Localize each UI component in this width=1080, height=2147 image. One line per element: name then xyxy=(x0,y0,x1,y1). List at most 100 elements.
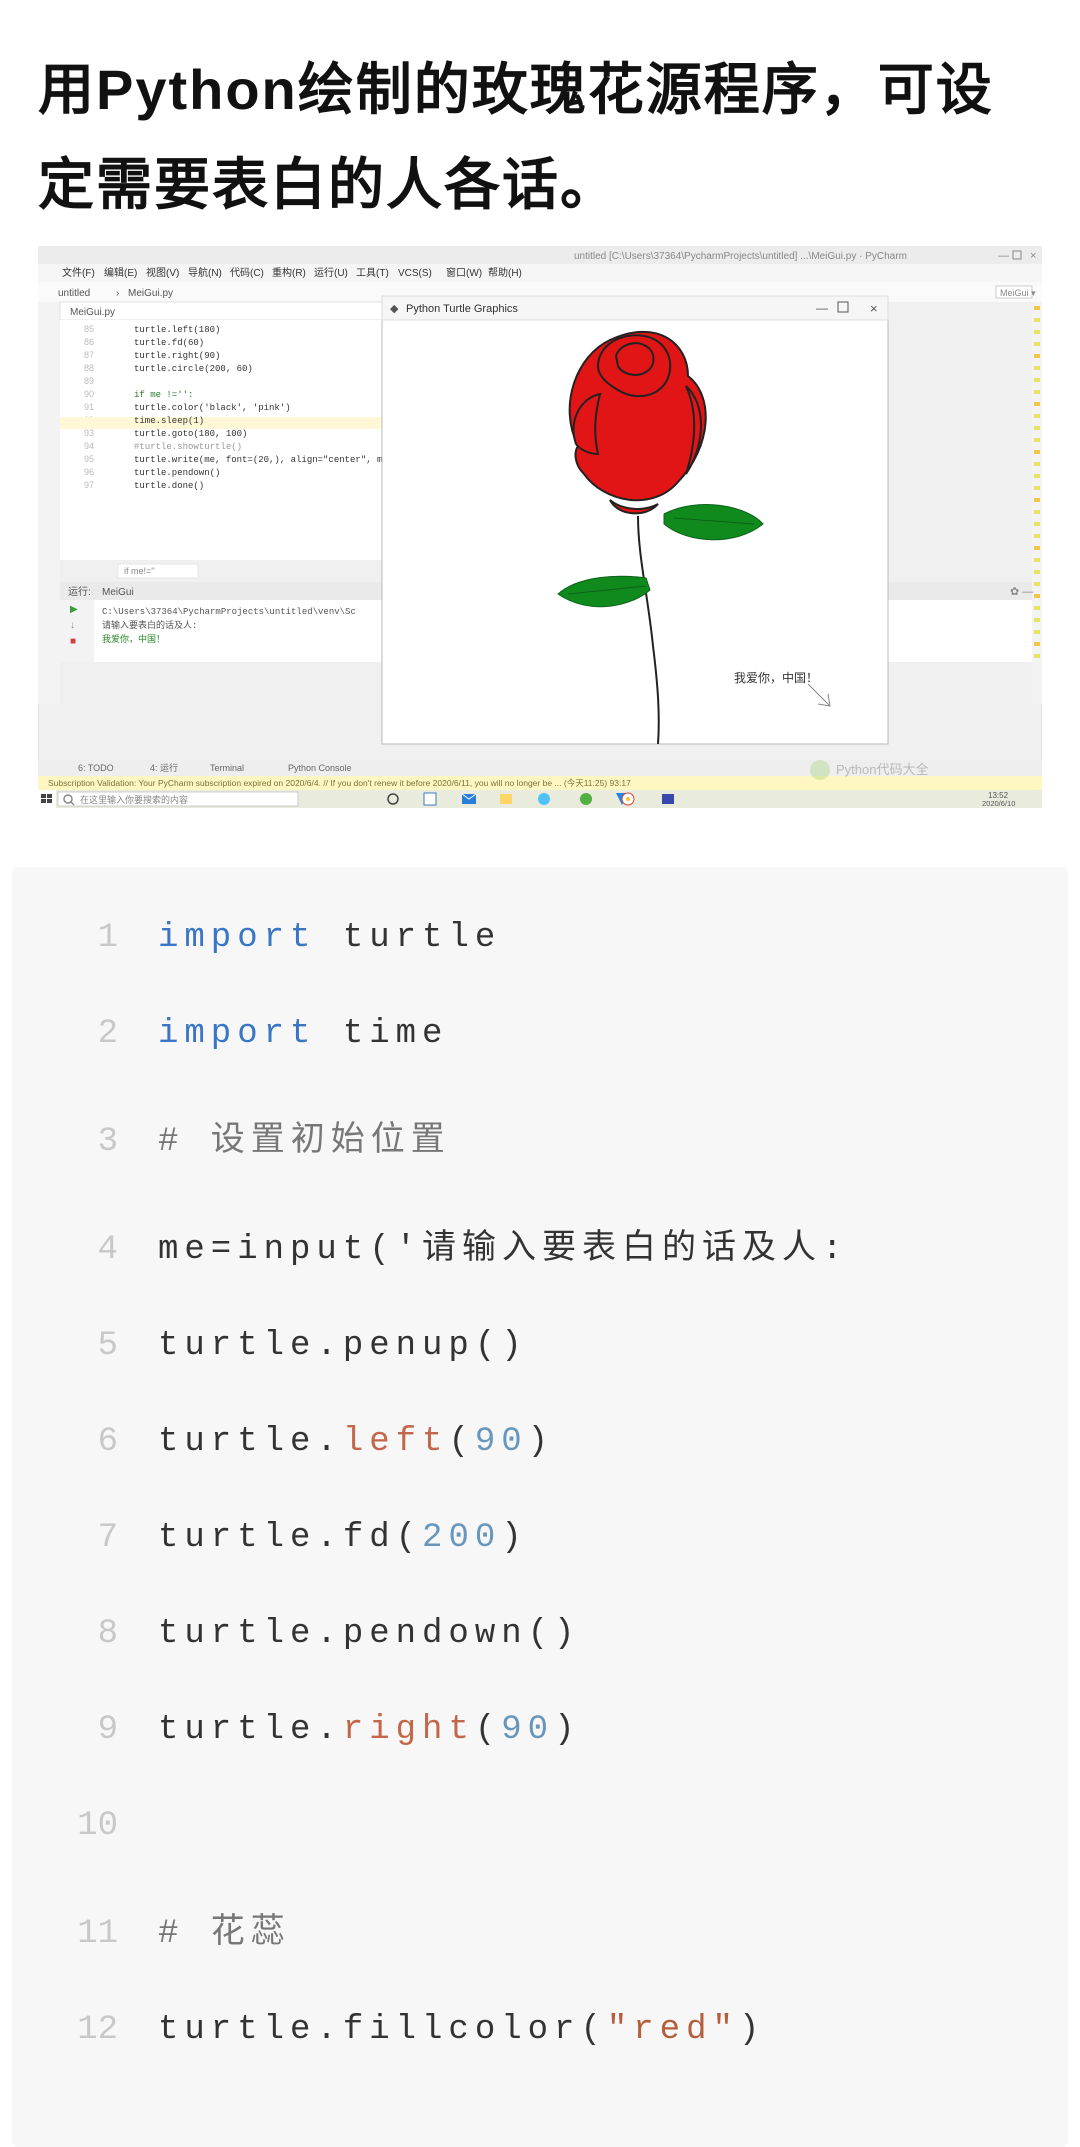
svg-text:untitled [C:\Users\37364\Pycha: untitled [C:\Users\37364\PycharmProjects… xyxy=(574,251,907,262)
svg-text:工具(T): 工具(T) xyxy=(356,267,389,279)
svg-text:运行(U): 运行(U) xyxy=(314,266,348,279)
code-text: turtle.right(90) xyxy=(158,1711,580,1749)
svg-text:turtle.pendown(): turtle.pendown() xyxy=(134,468,220,478)
svg-text:time.sleep(1): time.sleep(1) xyxy=(134,416,204,426)
code-line: 1 import turtle xyxy=(38,919,1042,957)
svg-text:Subscription Validation: Your: Subscription Validation: Your PyCharm su… xyxy=(48,778,631,788)
svg-text:Python Turtle Graphics: Python Turtle Graphics xyxy=(406,303,518,315)
svg-text:VCS(S): VCS(S) xyxy=(398,268,432,279)
svg-text:MeiGui.py: MeiGui.py xyxy=(70,307,115,318)
svg-text:turtle.write(me, font=(20,), a: turtle.write(me, font=(20,), align="cent… xyxy=(134,455,394,465)
svg-text:导航(N): 导航(N) xyxy=(188,266,222,279)
code-line: 3 # 设置初始位置 xyxy=(38,1111,1042,1161)
turtle-window: ◆ Python Turtle Graphics — × xyxy=(382,296,888,744)
svg-text:帮助(H): 帮助(H) xyxy=(488,266,522,279)
svg-text:85: 85 xyxy=(84,324,94,334)
svg-text:编辑(E): 编辑(E) xyxy=(104,266,137,279)
svg-text:96: 96 xyxy=(84,467,94,477)
svg-text:✿ —: ✿ — xyxy=(1010,586,1033,598)
svg-text:—: — xyxy=(998,250,1009,262)
code-line: 10 xyxy=(38,1807,1042,1845)
line-number: 6 xyxy=(38,1423,118,1461)
code-block: 1 import turtle 2 import time 3 # 设置初始位置 4 me=i… xyxy=(12,867,1068,2147)
svg-text:90: 90 xyxy=(84,389,94,399)
code-line: 4 me=input('请输入要表白的话及人: xyxy=(38,1219,1042,1269)
svg-text:89: 89 xyxy=(84,376,94,386)
svg-text:↓: ↓ xyxy=(70,620,75,631)
svg-text:turtle.left(180): turtle.left(180) xyxy=(134,325,220,335)
code-line: 6 turtle.left(90) xyxy=(38,1423,1042,1461)
code-text: turtle.pendown() xyxy=(158,1615,580,1653)
svg-text:if me!='': if me!='' xyxy=(124,566,155,576)
svg-text:重构(R): 重构(R) xyxy=(272,266,306,279)
svg-text:#turtle.showturtle(): #turtle.showturtle() xyxy=(134,442,242,452)
svg-text:MeiGui: MeiGui xyxy=(102,587,134,598)
svg-text:MeiGui ▾: MeiGui ▾ xyxy=(1000,288,1036,298)
svg-text:91: 91 xyxy=(84,402,94,412)
svg-text:文件(F): 文件(F) xyxy=(62,266,95,279)
svg-text:运行:: 运行: xyxy=(68,585,91,598)
svg-text:Python Console: Python Console xyxy=(288,763,352,773)
svg-text:95: 95 xyxy=(84,454,94,464)
svg-text:87: 87 xyxy=(84,350,94,360)
svg-text:turtle.right(90): turtle.right(90) xyxy=(134,351,220,361)
code-text: # 花蕊 xyxy=(158,1903,291,1953)
svg-text:Terminal: Terminal xyxy=(210,763,244,773)
line-number: 11 xyxy=(38,1915,118,1953)
svg-text:视图(V): 视图(V) xyxy=(146,266,179,279)
code-text: me=input('请输入要表白的话及人: xyxy=(158,1219,848,1269)
svg-text:我爱你，中国！: 我爱你，中国！ xyxy=(734,670,818,685)
svg-text:93: 93 xyxy=(84,428,94,438)
ide-screenshot: untitled [C:\Users\37364\PycharmProjects… xyxy=(38,246,1042,808)
svg-text:窗口(W): 窗口(W) xyxy=(446,266,482,279)
svg-text:◆: ◆ xyxy=(390,303,399,315)
svg-text:86: 86 xyxy=(84,337,94,347)
code-text: turtle.left(90) xyxy=(158,1423,554,1461)
svg-text:▶: ▶ xyxy=(70,604,78,615)
code-line: 7 turtle.fd(200) xyxy=(38,1519,1042,1557)
code-line: 8 turtle.pendown() xyxy=(38,1615,1042,1653)
code-line: 9 turtle.right(90) xyxy=(38,1711,1042,1749)
code-text: turtle.penup() xyxy=(158,1327,528,1365)
article-title: 用Python绘制的玫瑰花源程序，可设定需要表白的人各话。 xyxy=(38,42,1042,232)
line-number: 7 xyxy=(38,1519,118,1557)
svg-text:turtle.fd(60): turtle.fd(60) xyxy=(134,338,204,348)
svg-text:■: ■ xyxy=(70,636,76,647)
svg-text:MeiGui.py: MeiGui.py xyxy=(128,288,173,299)
svg-text:2020/6/10: 2020/6/10 xyxy=(982,799,1015,808)
svg-text:代码(C): 代码(C) xyxy=(230,267,264,279)
line-number: 8 xyxy=(38,1615,118,1653)
line-number: 2 xyxy=(38,1015,118,1053)
svg-text:97: 97 xyxy=(84,480,94,490)
code-text: turtle.fd(200) xyxy=(158,1519,528,1557)
code-line: 11 # 花蕊 xyxy=(38,1903,1042,1953)
svg-text:if me !='':: if me !='': xyxy=(134,390,193,400)
line-number: 9 xyxy=(38,1711,118,1749)
svg-text:turtle.circle(200, 60): turtle.circle(200, 60) xyxy=(134,364,253,374)
svg-text:88: 88 xyxy=(84,363,94,373)
line-number: 10 xyxy=(38,1807,118,1845)
svg-text:›: › xyxy=(116,288,119,299)
line-number: 12 xyxy=(38,2011,118,2049)
svg-text:turtle.color('black', 'pink'): turtle.color('black', 'pink') xyxy=(134,403,291,413)
line-number: 1 xyxy=(38,919,118,957)
svg-text:×: × xyxy=(1030,250,1036,262)
svg-text:×: × xyxy=(870,301,878,316)
svg-text:6: TODO: 6: TODO xyxy=(78,763,114,773)
code-line: 2 import time xyxy=(38,1015,1042,1053)
code-text: # 设置初始位置 xyxy=(158,1111,451,1161)
code-text: import time xyxy=(158,1015,448,1053)
line-number: 4 xyxy=(38,1231,118,1269)
svg-text:untitled: untitled xyxy=(58,288,90,299)
code-text: turtle.fillcolor("red") xyxy=(158,2011,765,2049)
svg-text:在这里输入你要搜索的内容: 在这里输入你要搜索的内容 xyxy=(80,794,188,805)
line-number: 3 xyxy=(38,1123,118,1161)
code-line: 5 turtle.penup() xyxy=(38,1327,1042,1365)
svg-text:turtle.done(): turtle.done() xyxy=(134,481,204,491)
line-number: 5 xyxy=(38,1327,118,1365)
svg-text:Python代码大全: Python代码大全 xyxy=(836,762,928,777)
code-text: import turtle xyxy=(158,919,501,957)
svg-text:我爱你，中国！: 我爱你，中国！ xyxy=(102,633,165,645)
svg-text:94: 94 xyxy=(84,441,94,451)
code-line: 12 turtle.fillcolor("red") xyxy=(38,2011,1042,2049)
